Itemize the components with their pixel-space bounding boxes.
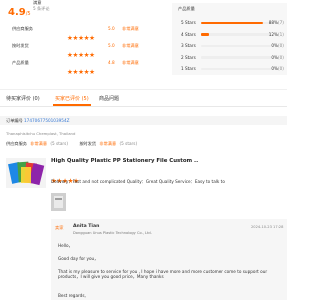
quality-row-count: (0)	[278, 43, 284, 48]
seller-reply-name: Anita Tian	[73, 224, 100, 229]
supplier-service-stars: (5 stars)	[50, 141, 68, 146]
quality-row-label: 4 Stars	[181, 31, 196, 37]
seller-reply-time: 2024-10-23 17:28	[251, 225, 284, 229]
rating-score: 5.0	[108, 43, 115, 48]
quality-row-bar	[201, 67, 271, 71]
quality-row-bar-fill	[201, 33, 210, 36]
quality-row-percent: 0%	[271, 54, 278, 60]
quality-row-bar	[201, 33, 271, 36]
rating-stars: ★★★★★	[67, 59, 95, 78]
ontime-label: 按时发货	[79, 141, 97, 146]
quality-row-percent: 88%	[268, 20, 278, 25]
quality-row-count: (0)	[278, 54, 284, 60]
file-folders-image	[8, 161, 45, 186]
rating-label: 供应商服务	[12, 26, 33, 31]
ontime-stars: (5 stars)	[119, 141, 138, 146]
rating-star-icon: ★	[89, 34, 95, 42]
review-count: 5 条评论	[33, 6, 50, 11]
order-number[interactable]: 1747067750103954Z	[24, 118, 70, 123]
quality-row-label: 1 Stars	[181, 66, 196, 71]
buyer-name: Thanaphisitchu Chemplast, Thailand	[6, 131, 76, 136]
order-bar: 订单编号 1747067750103954Z	[0, 116, 287, 125]
overall-title: 満意	[33, 0, 42, 5]
seller-reply-line-4: Best regards,	[58, 293, 86, 298]
seller-reply-line-3: That is my pleasure to service for you ,…	[58, 269, 268, 279]
quality-row-label: 3 Stars	[181, 43, 196, 48]
quality-row-count: (1)	[278, 31, 284, 37]
ontime-value: 非常满意	[99, 141, 117, 146]
review-photo-thumbnail[interactable]	[51, 193, 66, 211]
quality-panel-title: 产品质量	[178, 6, 195, 11]
overall-score-value: 4.9	[8, 7, 26, 18]
product-stars: ★★★★★	[51, 168, 79, 187]
seller-reply-line-2: Good day for you，	[58, 256, 99, 261]
rating-tag: 非常满意	[122, 26, 139, 31]
tabs-divider-top	[0, 89, 287, 90]
quality-row-bar	[201, 56, 271, 59]
order-label: 订单编号	[6, 118, 23, 123]
quality-row-count: (7)	[278, 20, 284, 25]
rating-star-icon: ★	[89, 68, 95, 76]
rating-score: 5.0	[108, 26, 115, 31]
rating-label: 按时发货	[12, 43, 29, 48]
quality-row-count: (0)	[278, 66, 284, 71]
quality-row-label: 5 Stars	[181, 20, 196, 25]
product-image[interactable]	[6, 158, 46, 188]
tab-pending[interactable]: 待买家评价 (0)	[6, 96, 40, 102]
quality-row-bar	[201, 21, 271, 25]
rating-tag: 非常满意	[122, 43, 139, 48]
quality-row-label: 2 Stars	[181, 54, 196, 60]
quality-row-percent: 12%	[268, 31, 278, 37]
rating-label: 产品质量	[12, 60, 29, 65]
supplier-service-value: 非常满意	[30, 141, 48, 146]
supplier-service-label: 供应商服务	[6, 141, 27, 146]
photo-icon	[51, 193, 66, 211]
buyer-ratings-line: 供应商服务 非常满意 (5 stars) 按时发货 非常满意 (5 stars)	[6, 141, 137, 146]
quality-row-percent: 0%	[271, 43, 278, 48]
product-title[interactable]: High Quality Plastic PP Stationery File …	[51, 158, 198, 164]
tab-reviewed[interactable]: 买家已评价 (5)	[55, 96, 89, 102]
tab-product-issues[interactable]: 商品问题	[99, 96, 119, 102]
tabs-divider-bottom	[0, 106, 287, 107]
rating-score: 4.8	[108, 60, 115, 65]
quality-panel: 产品质量 5 Stars 88% (7) 4 Stars 12% (1) 3 Stars 0%…	[172, 3, 287, 75]
quality-row-percent: 0%	[271, 66, 278, 71]
rating-tag: 非常满意	[122, 60, 139, 65]
overall-score-suffix: /5	[25, 11, 31, 17]
rating-star-icon: ★	[89, 51, 95, 59]
seller-badge: 卖家	[55, 225, 64, 230]
review-comment: Delivery：Fast and not complicated Qualit…	[51, 179, 225, 184]
overall-score: 4.9/5	[8, 0, 31, 19]
seller-reply-line-1: Hello，	[58, 243, 73, 248]
quality-row-bar	[201, 44, 271, 48]
seller-reply-company: Dongguan Unus Plastic Technology Co., Lt…	[73, 231, 152, 235]
quality-row-bar-fill	[201, 21, 263, 25]
tabs-bar: 待买家评价 (0) 买家已评价 (5) 商品问题	[0, 92, 287, 106]
seller-reply-panel: 卖家 Anita Tian Dongguan Unus Plastic Tech…	[51, 219, 287, 300]
